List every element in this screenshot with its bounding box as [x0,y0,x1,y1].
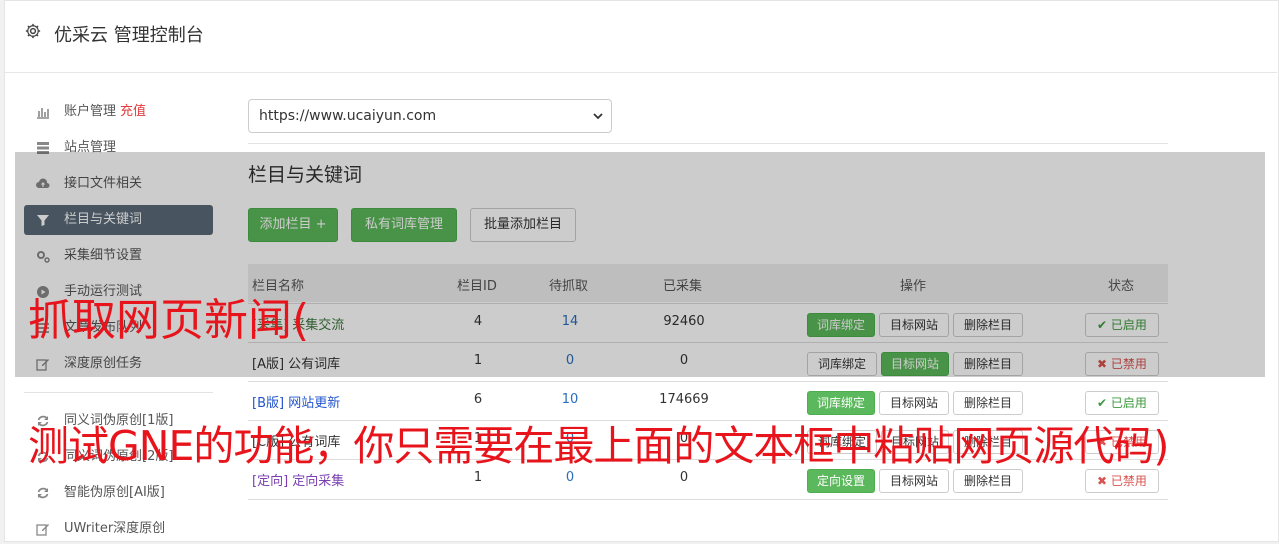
sidebar-item-label: 账户管理 [64,104,117,119]
page-header: 优采云 管理控制台 [4,0,1277,73]
collected-count: 0 [679,470,689,485]
collected-count: 174669 [659,392,709,407]
delete-column-button[interactable]: 删除栏目 [953,469,1023,493]
page-title: 优采云 管理控制台 [54,25,204,46]
check-icon: ✔ [1097,396,1111,410]
column-id: 6 [473,392,483,407]
sidebar-item-label: UWriter深度原创 [64,521,166,536]
divider [248,143,1168,144]
target-site-button[interactable]: 目标网站 [879,469,949,493]
caption-line-2: 测试GNE的功能，你只需要在最上面的文本框中粘贴网页源代码) [28,422,1169,470]
pending-count[interactable]: 10 [520,392,620,407]
sidebar-divider [24,392,213,393]
site-select[interactable]: https://www.ucaiyun.com [248,99,612,133]
status-label: 已启用 [1110,396,1147,410]
sidebar-item-account[interactable]: 账户管理 充值 [24,97,213,127]
status-label: 已禁用 [1110,474,1147,488]
column-name-link[interactable]: [定向] 定向采集 [252,470,344,489]
bar-chart-icon [37,108,49,119]
site-select-value: https://www.ucaiyun.com [259,108,437,124]
edit-icon [36,524,49,536]
gear-icon [25,23,41,39]
sidebar-item-ai-rewrite[interactable]: 智能伪原创[AI版] [24,478,213,508]
column-id: 1 [473,470,483,485]
status-toggle[interactable]: ✖ 已禁用 [1085,469,1159,493]
recharge-link[interactable]: 充值 [120,104,146,119]
column-name-link[interactable]: [B版] 网站更新 [252,392,340,411]
refresh-icon [37,487,49,499]
sidebar-item-uwriter[interactable]: UWriter深度原创 [24,514,213,544]
sidebar-item-label: 智能伪原创[AI版] [64,485,165,500]
directed-settings-button[interactable]: 定向设置 [807,469,875,493]
caption-line-1: 抓取网页新闻( [28,295,310,346]
close-icon: ✖ [1097,474,1111,488]
pending-count[interactable]: 0 [520,470,620,485]
chevron-down-icon [593,113,603,120]
